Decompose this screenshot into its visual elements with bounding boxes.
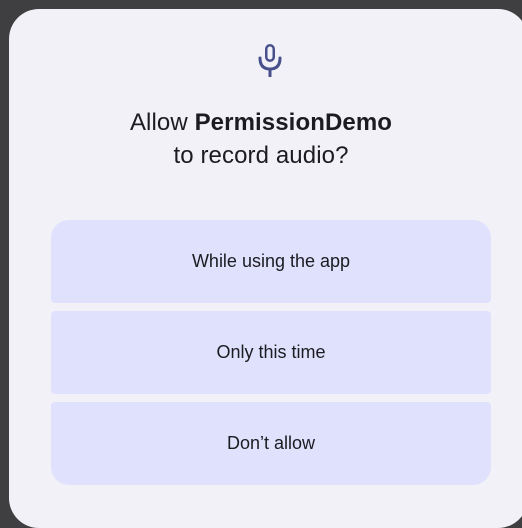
- title-prefix: Allow: [129, 109, 195, 136]
- while-using-app-button[interactable]: While using the app: [51, 220, 491, 303]
- microphone-icon: [258, 44, 282, 77]
- dont-allow-label: Don’t allow: [226, 433, 316, 453]
- only-this-time-button[interactable]: Only this time: [51, 311, 491, 394]
- dialog-title: Allow PermissionDemo to record audio?: [0, 106, 522, 172]
- while-using-app-label: While using the app: [191, 251, 351, 271]
- app-name: PermissionDemo: [194, 109, 393, 136]
- only-this-time-label: Only this time: [216, 342, 326, 362]
- dont-allow-button[interactable]: Don’t allow: [51, 402, 491, 485]
- title-suffix: to record audio?: [173, 142, 349, 169]
- permission-options: While using the app Only this time Don’t…: [51, 220, 491, 493]
